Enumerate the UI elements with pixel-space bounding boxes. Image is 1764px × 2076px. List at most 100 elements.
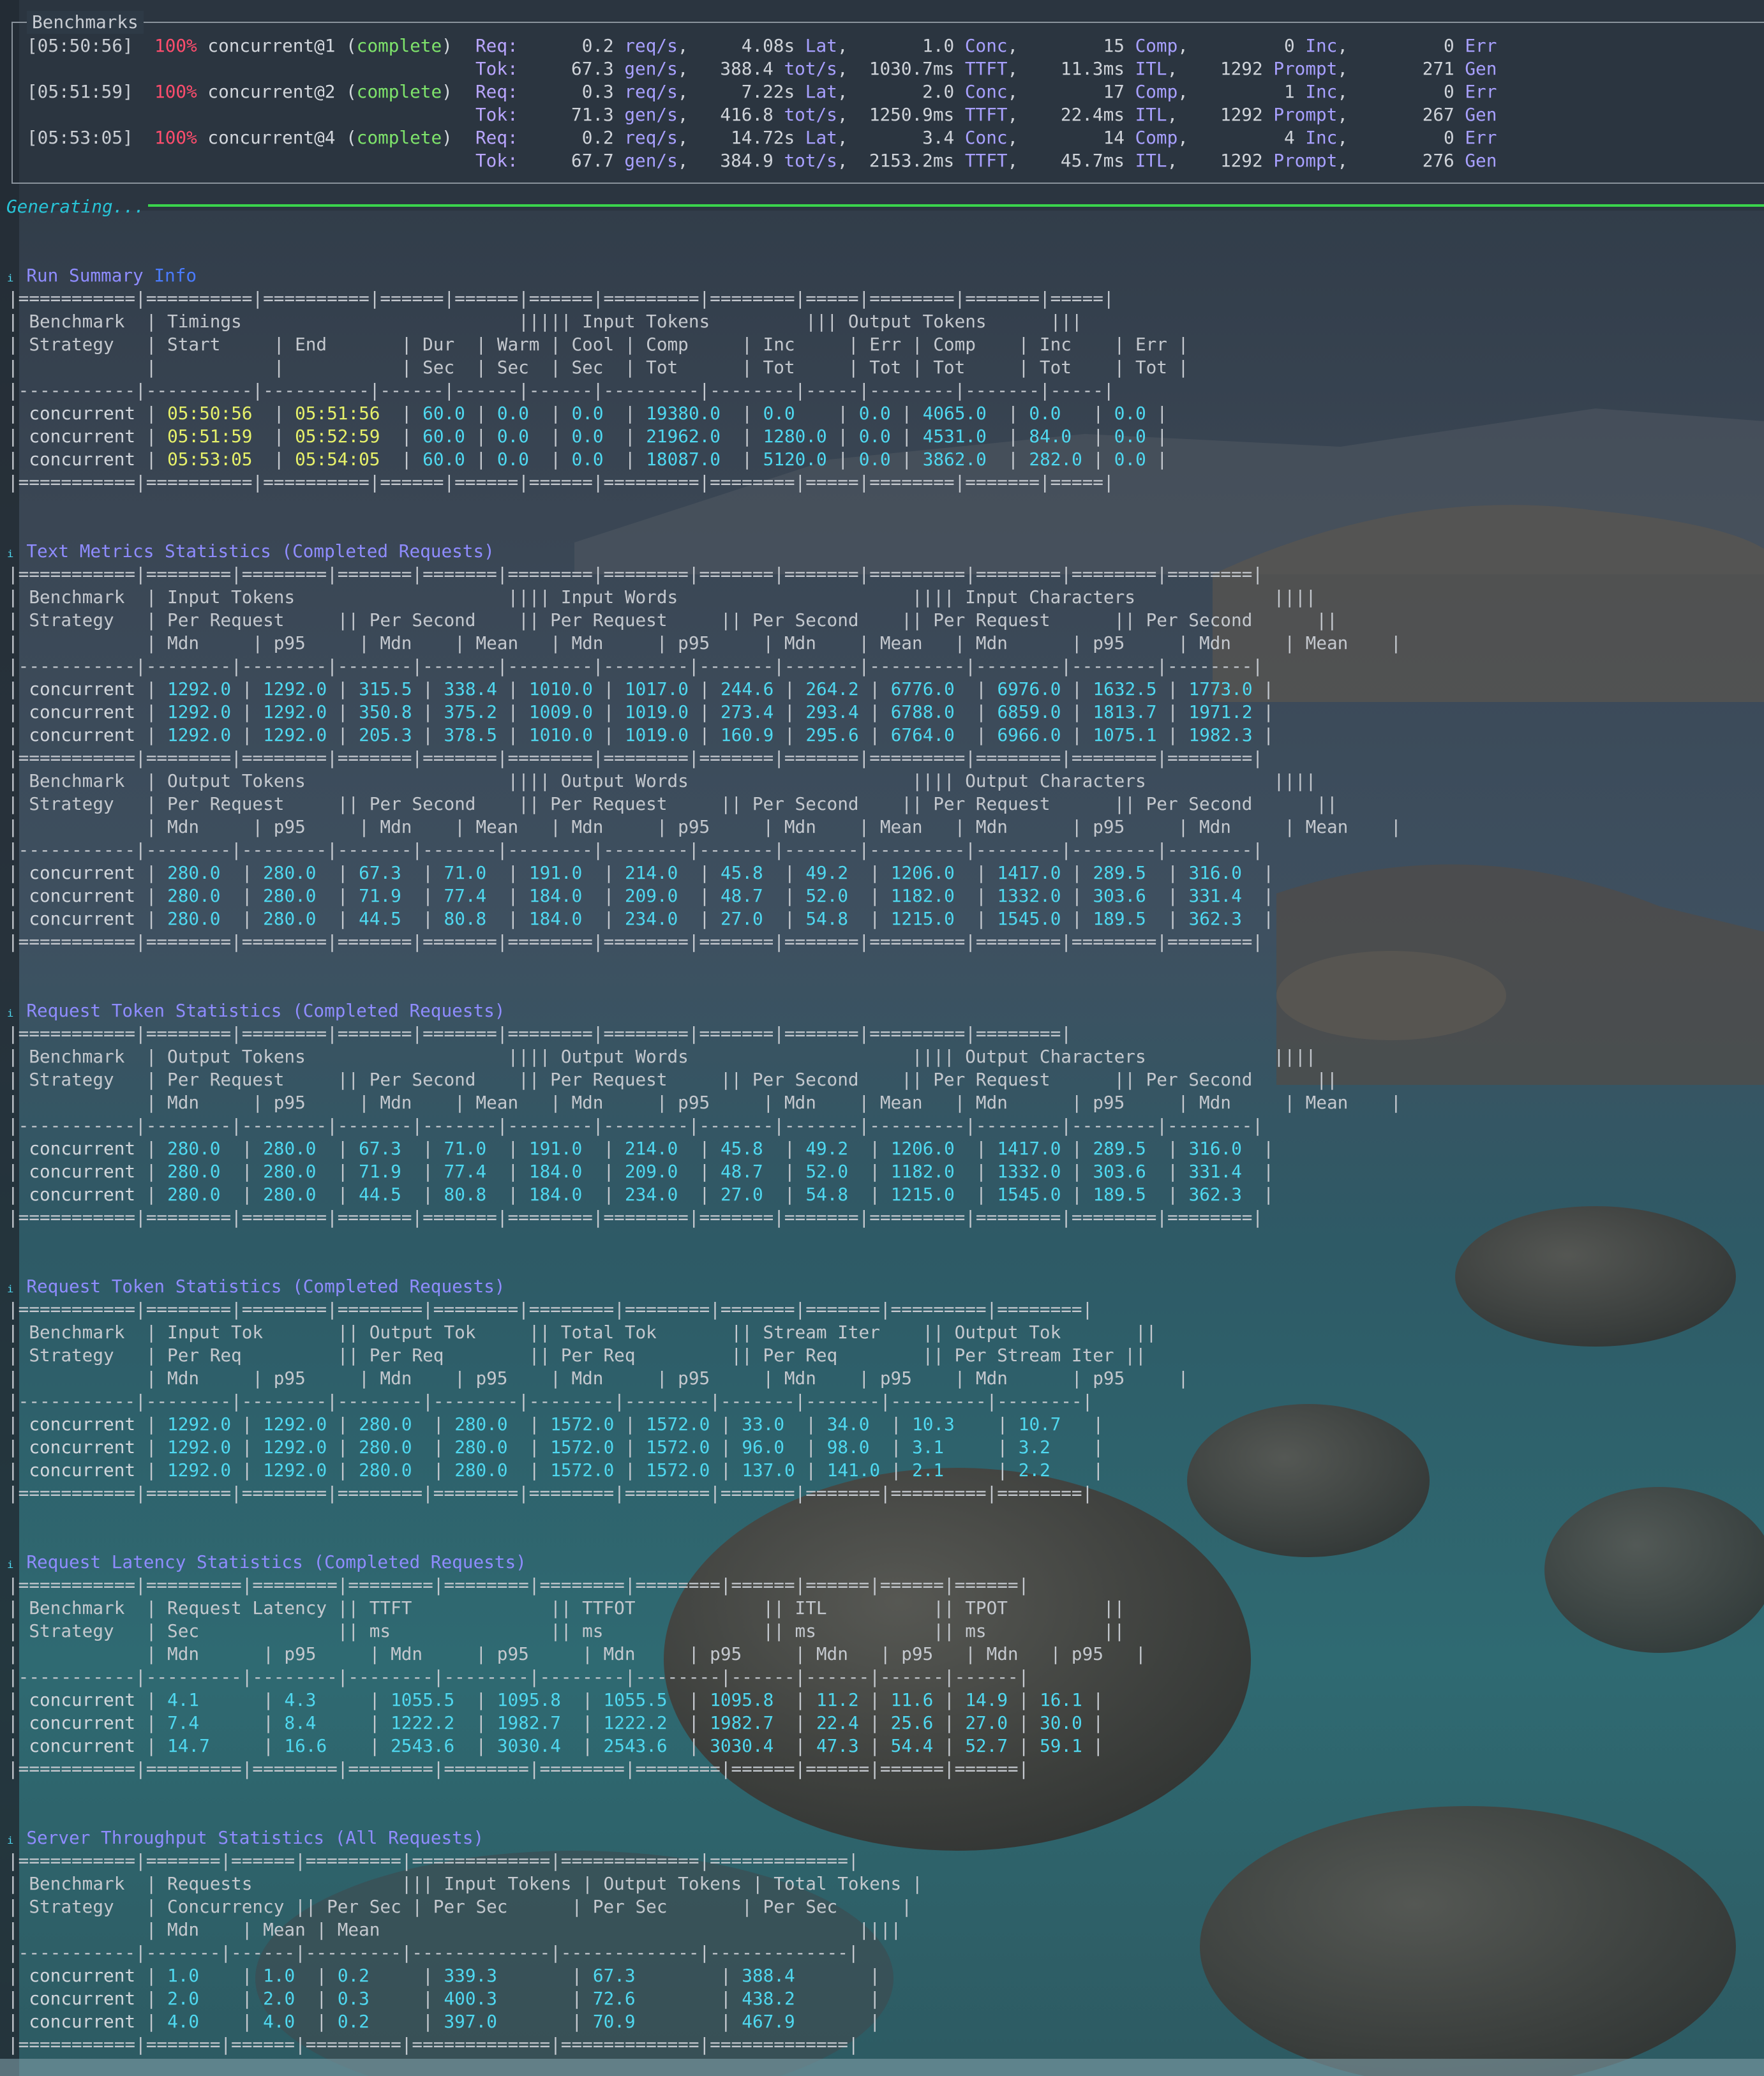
data-cell: 0.0 <box>763 403 827 424</box>
cell-border: | <box>231 1414 264 1435</box>
cell-border: | <box>327 1161 359 1182</box>
data-cell: 1292.0 <box>263 678 327 699</box>
cell-border: | <box>614 1437 647 1458</box>
cell-border: | <box>1061 908 1093 929</box>
data-cell: 214.0 <box>624 1138 689 1159</box>
cell-border: | <box>826 449 859 470</box>
data-cell: 350.8 <box>359 701 412 722</box>
data-cell: 280.0 <box>167 885 232 906</box>
strategy-cell: concurrent <box>29 1965 136 1986</box>
cell-border: | <box>305 1988 338 2009</box>
info-bullet-icon: ᵢ <box>5 1551 27 1572</box>
cell-border: | <box>710 1965 742 1986</box>
cell-border: | <box>688 885 721 906</box>
cell-border: | <box>8 1735 29 1756</box>
table-divider: |===========|========|========|=======|=… <box>8 1022 1072 1045</box>
req-incomplete: , 0 <box>1177 35 1306 56</box>
data-cell: 49.2 <box>805 862 859 883</box>
cell-border: | <box>997 449 1029 470</box>
cell-border: | <box>795 1460 827 1481</box>
cell-border: | <box>614 449 647 470</box>
data-cell: 71.0 <box>444 862 497 883</box>
cell-border: | <box>795 1414 827 1435</box>
benchmark-timestamp: [05:50:56] <box>27 35 155 56</box>
cell-border: | <box>135 1414 168 1435</box>
table-row: | concurrent | 05:53:05 | 05:54:05 | 60.… <box>8 448 1178 471</box>
data-cell: 141.0 <box>826 1460 881 1481</box>
tok-gen-count-unit: Gen <box>1465 58 1497 79</box>
cell-border: | <box>518 1460 551 1481</box>
data-cell: 0.0 <box>1114 403 1146 424</box>
cell-border: | <box>858 1161 891 1182</box>
data-cell: 5120.0 <box>763 449 827 470</box>
data-cell: 316.0 <box>1188 862 1253 883</box>
data-cell: 1813.7 <box>1093 701 1157 722</box>
table-header: | Strategy | Per Request || Per Second |… <box>8 1068 1338 1091</box>
data-cell: 7.4 <box>167 1712 253 1733</box>
data-cell: 77.4 <box>444 885 497 906</box>
cell-border: | <box>965 862 998 883</box>
cell-border: | <box>135 1437 168 1458</box>
cell-border: | <box>8 1712 29 1733</box>
strategy-cell: concurrent <box>29 908 136 929</box>
cell-border: | <box>231 2011 264 2032</box>
tok-ttft: , 2153.2ms <box>837 150 965 171</box>
cell-border: | <box>826 403 859 424</box>
strategy-cell: concurrent <box>29 426 136 447</box>
cell-border: | <box>710 1437 742 1458</box>
benchmark-row: [05:51:59] 100% concurrent@2 (complete) <box>27 80 452 103</box>
tok-gen-count-unit: Gen <box>1465 150 1497 171</box>
table-header: | | | | Sec | Sec | Sec | Tot | Tot | To… <box>8 356 1188 379</box>
divider-text: |-----------|-------|------|---------|--… <box>8 1942 859 1963</box>
cell-border: | <box>688 1184 721 1205</box>
strategy-cell: concurrent <box>29 1161 136 1182</box>
data-cell: 1215.0 <box>890 908 966 929</box>
data-cell: 184.0 <box>528 1161 593 1182</box>
header-text: | Benchmark | Input Tokens |||| Input Wo… <box>8 586 1317 608</box>
data-cell: 280.0 <box>359 1437 423 1458</box>
data-cell: 1206.0 <box>890 1138 966 1159</box>
benchmark-percent: 100% <box>154 81 208 102</box>
table-header: | | Mdn | p95 | Mdn | Mean | Mdn | p95 |… <box>8 1091 1401 1114</box>
data-cell: 60.0 <box>422 403 465 424</box>
cell-border: | <box>965 908 998 929</box>
tok-prompt: , 1292 <box>1167 104 1274 125</box>
data-cell: 1019.0 <box>624 701 689 722</box>
cell-border: | <box>571 1712 604 1733</box>
cell-border: | <box>8 1184 29 1205</box>
cell-border: | <box>965 885 998 906</box>
table-divider: |-----------|----------|----------|-----… <box>8 379 1114 402</box>
cell-border: | <box>412 908 444 929</box>
data-cell: 52.0 <box>805 1161 859 1182</box>
data-cell: 10.7 <box>1018 1414 1082 1435</box>
header-text: | Benchmark | Requests ||| Input Tokens … <box>8 1873 923 1894</box>
data-cell: 1417.0 <box>997 862 1061 883</box>
divider-text: |===========|========|========|========|… <box>8 1299 1093 1320</box>
table-header: | Strategy | Per Req || Per Req || Per R… <box>8 1344 1146 1367</box>
data-cell: 375.2 <box>444 701 497 722</box>
req-errors-unit: Err <box>1465 81 1497 102</box>
cell-border: | <box>8 862 29 883</box>
data-cell: 1982.7 <box>497 1712 572 1733</box>
data-cell: 1292.0 <box>263 701 327 722</box>
table-divider: |-----------|--------|--------|-------|-… <box>8 1114 1263 1137</box>
table-header: | Benchmark | Timings ||||| Input Tokens… <box>8 310 1082 333</box>
data-cell: 67.3 <box>359 1138 412 1159</box>
cell-border: | <box>614 1460 647 1481</box>
data-cell: 1971.2 <box>1188 701 1253 722</box>
cell-border: | <box>135 1138 168 1159</box>
strategy-cell: concurrent <box>29 1712 136 1733</box>
data-cell: 400.3 <box>444 1988 561 2009</box>
req-latency: , 14.72s <box>677 127 805 148</box>
data-cell: 6976.0 <box>997 678 1061 699</box>
table-row: | concurrent | 280.0 | 280.0 | 71.9 | 77… <box>8 1160 1285 1183</box>
data-cell: 4.3 <box>284 1689 359 1710</box>
cell-border: | <box>1252 678 1285 699</box>
data-cell: 25.6 <box>890 1712 934 1733</box>
cell-border: | <box>890 449 923 470</box>
req-completed: , 17 <box>1007 81 1135 102</box>
cell-border: | <box>252 1712 285 1733</box>
data-cell: 4065.0 <box>922 403 998 424</box>
req-errors: , 0 <box>1337 127 1465 148</box>
data-cell: 1055.5 <box>391 1689 465 1710</box>
